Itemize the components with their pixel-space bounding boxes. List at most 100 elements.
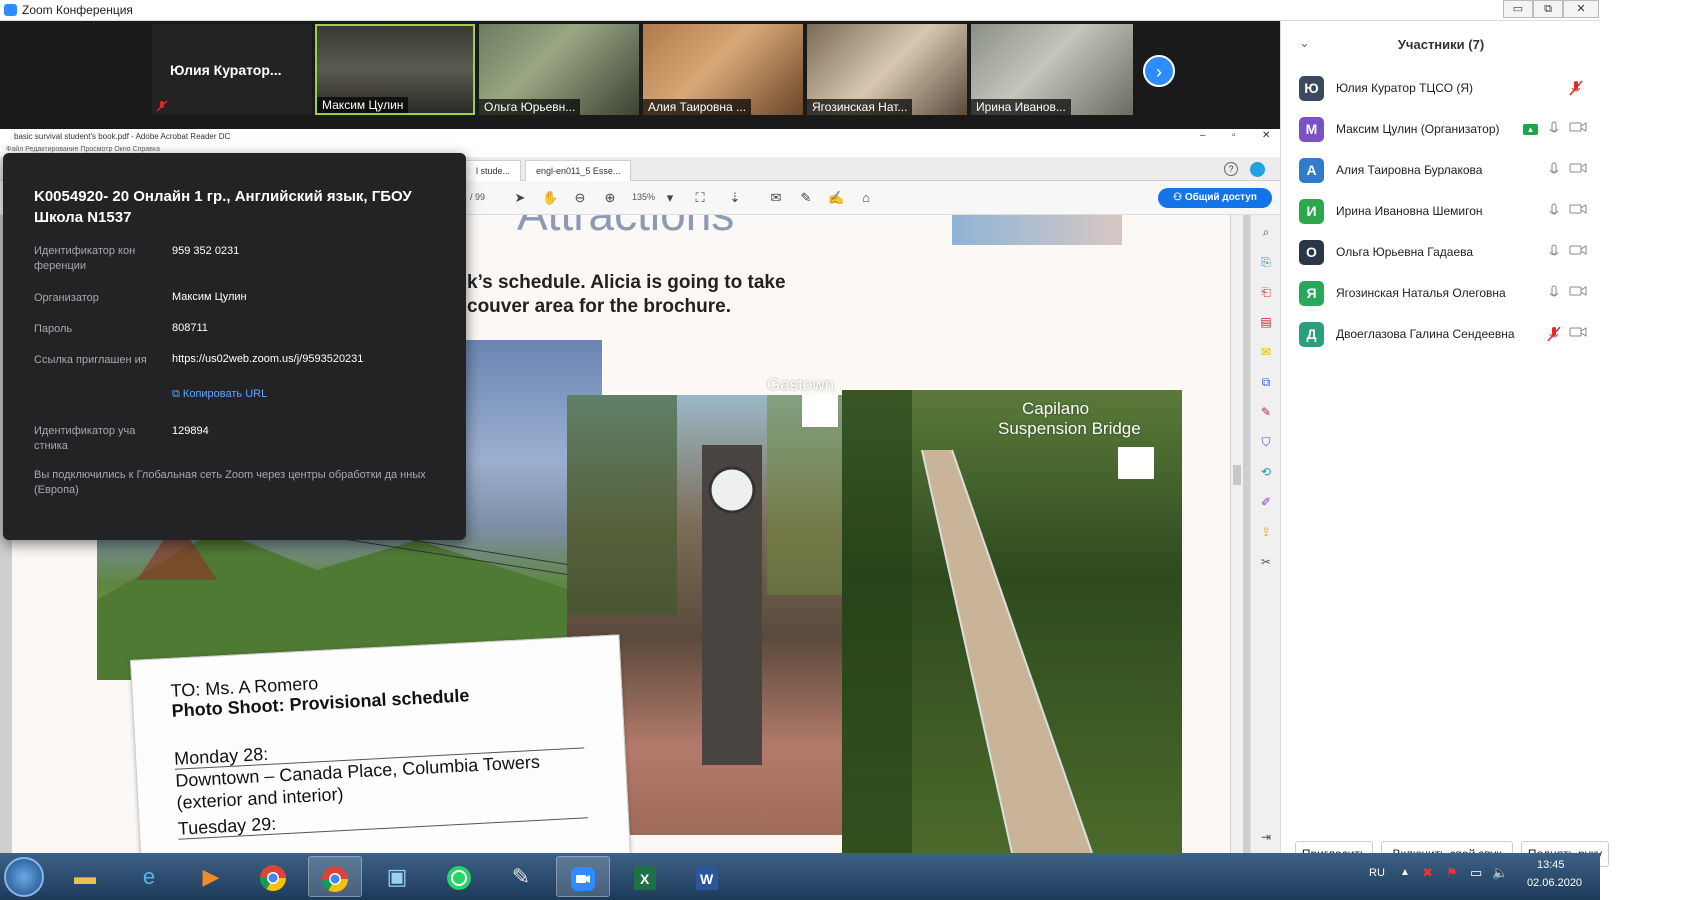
search-icon[interactable]: ⌕	[1259, 225, 1273, 239]
acrobat-close-button[interactable]: ✕	[1262, 130, 1270, 141]
pen-icon[interactable]: ✎	[798, 190, 814, 206]
protect-icon[interactable]: ⛉	[1259, 435, 1273, 449]
video-tile[interactable]: Алия Таировна ...	[643, 24, 803, 115]
participant-row[interactable]: М Максим Цулин (Организатор) ▲	[1281, 109, 1601, 150]
fit-page-icon[interactable]: ⛶	[692, 190, 708, 206]
keyboard-language[interactable]: RU	[1369, 867, 1385, 879]
organize-pages-icon[interactable]: ▤	[1259, 315, 1273, 329]
select-cursor-icon[interactable]: ➤	[512, 190, 528, 206]
video-tile[interactable]: Максим Цулин	[315, 24, 475, 115]
tools-icon[interactable]: ✂	[1259, 555, 1273, 569]
scroll-mode-icon[interactable]: ⇣	[727, 190, 743, 206]
participant-row[interactable]: Я Ягозинская Наталья Олеговна	[1281, 273, 1601, 314]
stamp-icon[interactable]: ⌂	[858, 190, 874, 206]
export-pdf-icon[interactable]: ⎘	[1259, 255, 1273, 269]
zoom-out-icon[interactable]: ⊖	[572, 190, 588, 206]
word-icon[interactable]: W	[680, 856, 734, 897]
acrobat-menu[interactable]: Файл Редактирование Просмотр Окно Справк…	[6, 146, 160, 153]
zoom-in-icon[interactable]: ⊕	[602, 190, 618, 206]
vertical-scrollbar[interactable]	[1231, 215, 1243, 853]
hand-tool-icon[interactable]: ✋	[542, 190, 558, 206]
invite-link[interactable]: https://us02web.zoom.us/j/9593520231	[172, 353, 363, 365]
chrome-icon[interactable]	[308, 856, 362, 897]
participant-tile-name: Алия Таировна ...	[643, 99, 752, 115]
zoom-app-icon[interactable]	[556, 856, 610, 897]
chevron-right-icon: ›	[1156, 62, 1162, 82]
camera-icon[interactable]	[1569, 203, 1587, 219]
zoom-logo-icon	[4, 4, 17, 16]
clock-time[interactable]: 13:45	[1537, 859, 1565, 871]
volume-icon[interactable]: 🔈	[1492, 865, 1508, 881]
combine-files-icon[interactable]: ⧉	[1259, 375, 1273, 389]
camera-icon[interactable]	[1569, 121, 1587, 137]
explorer-icon[interactable]: ▬	[58, 856, 112, 897]
camera-icon[interactable]	[1569, 285, 1587, 301]
participant-row[interactable]: Ю Юлия Куратор ТЦСО (Я)	[1281, 68, 1601, 109]
collapse-pane-icon[interactable]: ⇥	[1259, 830, 1273, 844]
mic-icon[interactable]	[1547, 244, 1561, 260]
show-hidden-icons[interactable]: ▲	[1400, 867, 1410, 878]
clock-date[interactable]: 02.06.2020	[1527, 877, 1582, 889]
conference-id-label: Идентификатор кон ференции	[34, 245, 136, 272]
network-icon[interactable]: ▭	[1470, 865, 1482, 881]
mic-icon[interactable]	[1547, 203, 1561, 219]
start-button[interactable]	[4, 857, 44, 897]
participant-row[interactable]: О Ольга Юрьевна Гадаева	[1281, 232, 1601, 273]
scrollbar-thumb[interactable]	[1233, 465, 1241, 485]
participant-row[interactable]: И Ирина Ивановна Шемигон	[1281, 191, 1601, 232]
internet-explorer-icon[interactable]: e	[122, 856, 176, 897]
participant-tile-name: Ольга Юрьевн...	[479, 99, 581, 115]
optimize-icon[interactable]: ⟲	[1259, 465, 1273, 479]
mic-icon[interactable]	[1547, 162, 1561, 178]
help-icon[interactable]: ?	[1224, 162, 1238, 176]
minimize-button[interactable]: ▭	[1503, 0, 1533, 18]
acrobat-minimize-button[interactable]: –	[1200, 130, 1206, 141]
share-button[interactable]: ⚇ Общий доступ	[1158, 188, 1272, 208]
mic-icon[interactable]	[1547, 285, 1561, 301]
participant-row[interactable]: А Алия Таировна Бурлакова	[1281, 150, 1601, 191]
edit-icon[interactable]: ✐	[1259, 495, 1273, 509]
zoom-title-bar: Zoom Конференция ▭ ⧉ ✕	[0, 0, 1600, 21]
connection-note: Вы подключились к Глобальная сеть Zoom ч…	[34, 469, 426, 496]
mic-muted-icon[interactable]	[1547, 326, 1561, 342]
camera-icon[interactable]	[1569, 326, 1587, 342]
video-tile[interactable]: Ольга Юрьевн...	[479, 24, 639, 115]
gastown-label: Gastown	[767, 375, 835, 394]
copy-url-link[interactable]: ⧉ Копировать URL	[172, 388, 267, 401]
zoom-level[interactable]: 135%	[632, 192, 655, 202]
fill-sign-icon[interactable]: ✎	[1259, 405, 1273, 419]
tab-document[interactable]: l stude...	[465, 160, 522, 181]
action-center-icon[interactable]: ⚑	[1446, 865, 1458, 881]
excel-icon[interactable]: X	[618, 856, 672, 897]
network-error-icon[interactable]: ✖	[1422, 865, 1433, 881]
mic-muted-icon[interactable]	[1569, 80, 1583, 96]
send-icon[interactable]: ⇪	[1259, 525, 1273, 539]
camera-icon[interactable]	[1569, 162, 1587, 178]
self-video-tile[interactable]: Юлия Куратор...	[152, 24, 312, 115]
tab-document[interactable]: engl-en011_5 Esse...	[525, 160, 632, 181]
next-page-button[interactable]: ›	[1143, 55, 1175, 87]
video-tile[interactable]: Ирина Иванов...	[971, 24, 1133, 115]
create-pdf-icon[interactable]: ⎗	[1259, 285, 1273, 299]
chevron-down-icon[interactable]: ▾	[662, 190, 678, 206]
page-count: / 99	[470, 192, 486, 202]
acrobat-restore-button[interactable]: ▫	[1232, 130, 1236, 141]
account-icon[interactable]	[1250, 162, 1265, 177]
close-button[interactable]: ✕	[1563, 0, 1599, 18]
photo-viewer-icon[interactable]: ▣	[370, 856, 424, 897]
acrobat-tools-pane: ⌕ ⎘ ⎗ ▤ ✉ ⧉ ✎ ⛉ ⟲ ✐ ⇪ ✂ ⇥	[1250, 215, 1280, 853]
whatsapp-icon[interactable]	[432, 856, 486, 897]
chrome-icon[interactable]	[246, 856, 300, 897]
media-player-icon[interactable]: ▶	[184, 856, 238, 897]
participant-tile-name: Ягозинская Нат...	[807, 99, 913, 115]
mic-icon[interactable]	[1547, 121, 1561, 137]
comment-icon[interactable]: ✉	[1259, 345, 1273, 359]
participant-row[interactable]: Д Двоеглазова Галина Сендеевна	[1281, 314, 1601, 355]
camera-icon[interactable]	[1569, 244, 1587, 260]
video-tile[interactable]: Ягозинская Нат...	[807, 24, 967, 115]
comment-icon[interactable]: ✉	[768, 190, 784, 206]
paint-icon[interactable]: ✎	[494, 856, 548, 897]
svg-text:X: X	[640, 871, 650, 887]
maximize-button[interactable]: ⧉	[1533, 0, 1563, 18]
sign-icon[interactable]: ✍	[828, 190, 844, 206]
